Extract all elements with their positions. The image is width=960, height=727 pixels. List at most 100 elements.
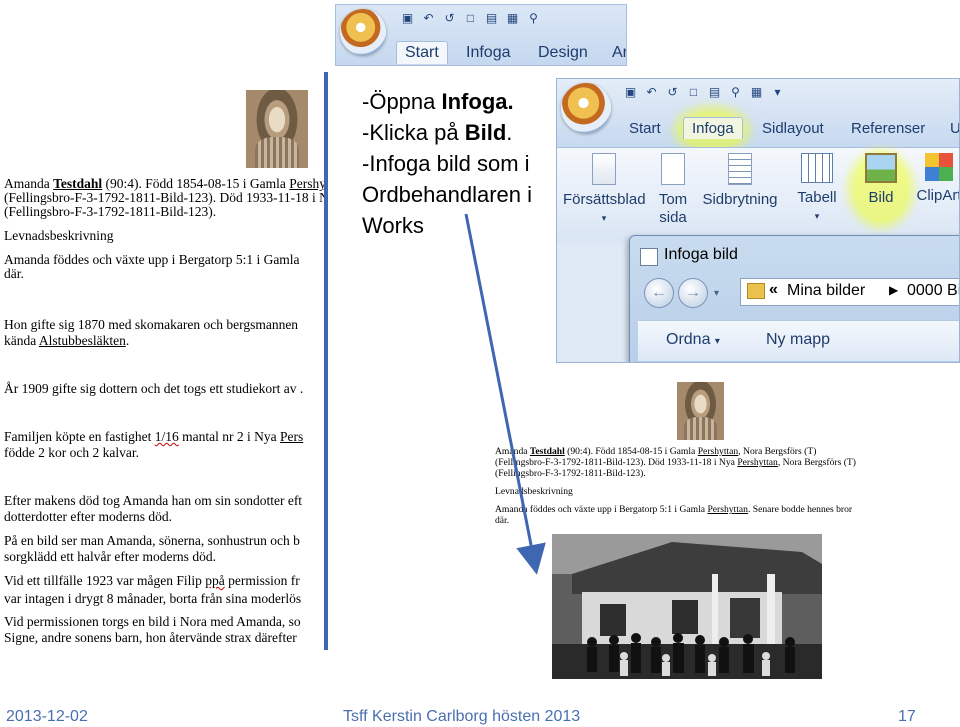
path-segment[interactable]: 0000 Bild — [907, 282, 959, 300]
portrait-photo-small — [677, 382, 724, 440]
open-folder-icon[interactable]: ▤ — [707, 85, 722, 100]
dropdown-icon: ▾ — [714, 336, 720, 347]
forsattsblad-button[interactable]: Försättsblad ▾ — [563, 153, 646, 227]
tabell-label: Tabell — [797, 189, 837, 206]
instruction-line: -Infoga bild som i — [362, 151, 530, 176]
tab-design[interactable]: Design — [538, 44, 588, 62]
office-button-icon[interactable] — [561, 83, 611, 133]
instruction-line: -Klicka på Bild. — [362, 120, 513, 145]
doc-line: År 1909 gifte sig dottern och det togs e… — [4, 381, 304, 396]
folder-icon — [747, 283, 765, 299]
doc-heading: Levnadsbeskrivning — [495, 486, 573, 497]
instruction-line: -Öppna Infoga. — [362, 89, 514, 114]
new-document-icon[interactable]: □ — [463, 11, 478, 26]
dropdown-icon: ▾ — [814, 211, 820, 221]
doc-line: var intagen i drygt 8 månader, borta frå… — [4, 591, 302, 606]
page-break-icon — [728, 153, 752, 185]
picture-icon — [865, 153, 897, 183]
doc-line: Vid ett tillfälle 1923 var mågen Filip p… — [4, 573, 300, 588]
doc-line: där. — [4, 266, 24, 281]
print-icon[interactable]: ▦ — [749, 85, 764, 100]
tab-cut[interactable]: Ar — [612, 44, 626, 62]
instruction-line: Works — [362, 213, 424, 238]
bild-label: Bild — [868, 189, 894, 206]
customize-toolbar-icon[interactable]: ▾ — [770, 85, 785, 100]
tab-sidlayout[interactable]: Sidlayout — [762, 120, 824, 137]
clipart-button[interactable]: ClipArt — [909, 153, 960, 205]
path-segment[interactable]: Mina bilder — [787, 282, 865, 300]
doc-line: (Fellingsbro-F-3-1792-1811-Bild-123). Dö… — [495, 457, 856, 468]
doc-line: Amanda föddes och växte upp i Bergatorp … — [495, 504, 853, 515]
instruction-text: -Öppna Infoga. -Klicka på Bild. -Infoga … — [362, 86, 532, 241]
tab-infoga[interactable]: Infoga — [466, 44, 510, 62]
doc-line: Hon gifte sig 1870 med skomakaren och be… — [4, 317, 299, 332]
footer-page-number: 17 — [898, 708, 916, 725]
address-bar[interactable]: « Mina bilder ▶ 0000 Bild — [740, 278, 959, 306]
ribbon-snippet-top: ▣ ↶ ↺ □ ▤ ▦ ⚲ Start Infoga Design Ar — [335, 4, 627, 66]
tabell-button[interactable]: Tabell ▾ — [791, 153, 843, 225]
clipart-label: ClipArt — [916, 187, 960, 204]
save-icon[interactable]: ▣ — [623, 85, 638, 100]
doc-line: Efter makens död tog Amanda han om sin s… — [4, 493, 303, 508]
infoga-bild-dialog: Infoga bild ← → ▾ « Mina bilder ▶ 0000 B… — [629, 235, 959, 362]
footer-date: 2013-12-02 — [6, 708, 88, 725]
doc-line: Familjen köpte en fastighet 1/16 mantal … — [4, 429, 304, 444]
ribbon-snippet-insert: ▣ ↶ ↺ □ ▤ ⚲ ▦ ▾ Start Infoga Sidlayout R… — [556, 78, 960, 363]
divider-line — [324, 72, 328, 650]
doc-line: (Fellingsbro-F-3-1792-1811-Bild-123). — [4, 204, 217, 219]
doc-line: (Fellingsbro-F-3-1792-1811-Bild-123). — [495, 468, 646, 479]
doc-heading: Levnadsbeskrivning — [4, 228, 114, 243]
print-preview-icon[interactable]: ⚲ — [728, 85, 743, 100]
history-dropdown-icon[interactable]: ▾ — [714, 288, 719, 299]
table-icon — [801, 153, 833, 183]
doc-line: där. — [495, 515, 510, 526]
house-photo-drawing — [552, 534, 822, 679]
quick-access-toolbar: ▣ ↶ ↺ □ ▤ ▦ ⚲ — [400, 11, 541, 26]
sidbrytning-label: Sidbrytning — [702, 191, 778, 208]
clipart-icon — [925, 153, 953, 181]
quick-access-toolbar: ▣ ↶ ↺ □ ▤ ⚲ ▦ ▾ — [623, 85, 785, 100]
tom-sida-label: sida — [659, 209, 687, 226]
tab-utskick[interactable]: Ut — [950, 120, 959, 137]
dialog-app-icon — [640, 248, 658, 266]
bild-button[interactable]: Bild — [857, 153, 905, 207]
redo-icon[interactable]: ↺ — [442, 11, 457, 26]
ny-mapp-button[interactable]: Ny mapp — [766, 331, 830, 349]
right-document-snippet: Amanda Testdahl (90:4). Född 1854-08-15 … — [495, 446, 925, 536]
tab-start[interactable]: Start — [396, 41, 448, 64]
back-button[interactable]: ← — [644, 278, 674, 308]
open-folder-icon[interactable]: ▤ — [484, 11, 499, 26]
forward-button[interactable]: → — [678, 278, 708, 308]
portrait-photo — [246, 90, 308, 168]
footer-title: Tsff Kerstin Carlborg hösten 2013 — [343, 708, 581, 725]
cover-page-icon — [592, 153, 616, 185]
tom-sida-button[interactable]: Tom sida — [649, 153, 697, 227]
office-button-icon[interactable] — [340, 9, 386, 55]
family-house-photo — [552, 534, 822, 679]
undo-icon[interactable]: ↶ — [421, 11, 436, 26]
tab-infoga[interactable]: Infoga — [683, 117, 743, 139]
ordna-label: Ordna — [666, 331, 711, 348]
print-preview-icon[interactable]: ⚲ — [526, 11, 541, 26]
tab-referenser[interactable]: Referenser — [851, 120, 925, 137]
new-document-icon[interactable]: □ — [686, 85, 701, 100]
dialog-title: Infoga bild — [664, 246, 738, 263]
dropdown-icon: ▾ — [601, 213, 607, 223]
instruction-line: Ordbehandlaren i — [362, 182, 533, 207]
doc-line: Amanda Testdahl (90:4). Född 1854-08-15 … — [495, 446, 817, 457]
chevron-left-icon: « — [769, 281, 778, 298]
tab-start[interactable]: Start — [629, 120, 661, 137]
undo-icon[interactable]: ↶ — [644, 85, 659, 100]
left-document-snippet: Amanda Testdahl (90:4). Född 1854-08-15 … — [0, 0, 324, 650]
redo-icon[interactable]: ↺ — [665, 85, 680, 100]
doc-line: Vid permissionen torgs en bild i Nora me… — [4, 614, 301, 629]
doc-line: dotterdotter efter moderns död. — [4, 509, 172, 524]
ordna-button[interactable]: Ordna ▾ — [666, 331, 720, 349]
doc-line: kända Alstubbesläkten. — [4, 333, 130, 348]
print-icon[interactable]: ▦ — [505, 11, 520, 26]
tom-sida-label: Tom — [658, 191, 688, 208]
forsattsblad-label: Försättsblad — [563, 191, 646, 208]
doc-line: På en bild ser man Amanda, sönerna, sonh… — [4, 533, 300, 548]
save-icon[interactable]: ▣ — [400, 11, 415, 26]
sidbrytning-button[interactable]: Sidbrytning — [699, 153, 781, 209]
